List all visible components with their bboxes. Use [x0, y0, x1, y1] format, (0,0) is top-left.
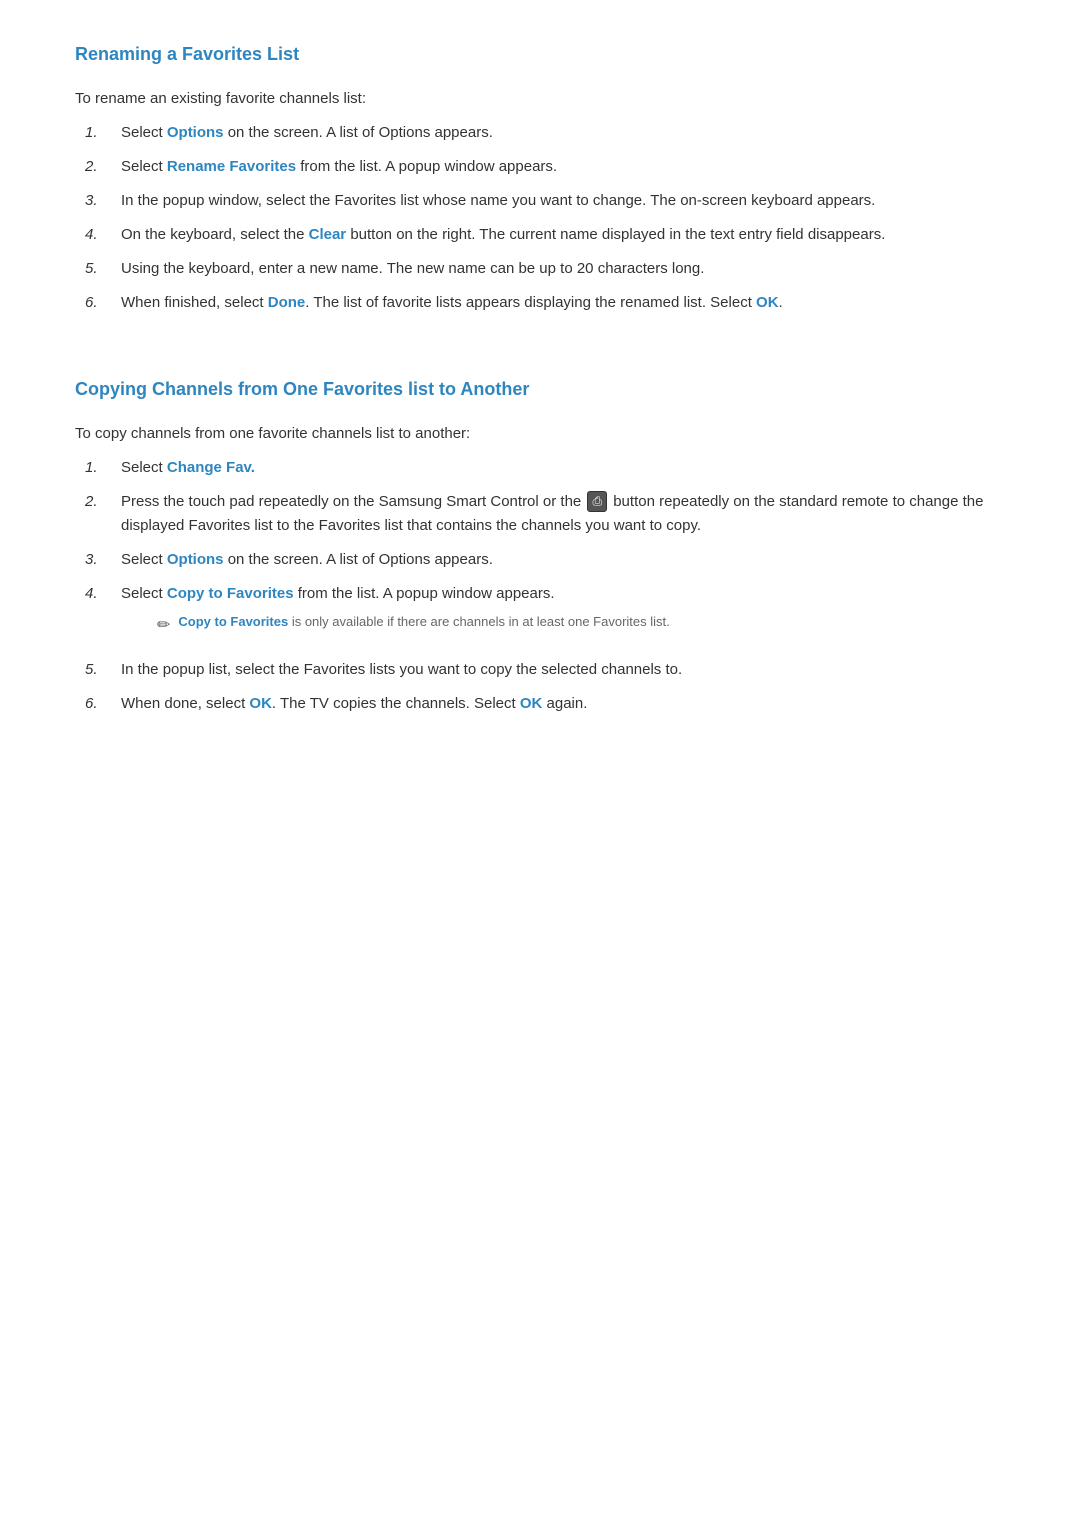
- note-pencil-icon: ✏: [157, 613, 170, 639]
- step-text: Using the keyboard, enter a new name. Th…: [121, 260, 704, 277]
- step-text: Select: [121, 158, 167, 175]
- list-item: In the popup list, select the Favorites …: [85, 658, 1005, 682]
- ok-link-1: OK: [756, 294, 779, 311]
- list-item: Select Options on the screen. A list of …: [85, 548, 1005, 572]
- step-text: button on the right. The current name di…: [346, 226, 885, 243]
- step-2-renaming: Select Rename Favorites from the list. A…: [121, 155, 1005, 179]
- list-item: On the keyboard, select the Clear button…: [85, 223, 1005, 247]
- step-text: from the list. A popup window appears.: [294, 585, 555, 602]
- list-item: In the popup window, select the Favorite…: [85, 189, 1005, 213]
- step-text: . The list of favorite lists appears dis…: [305, 294, 756, 311]
- change-fav-link: Change Fav.: [167, 459, 255, 476]
- clear-link: Clear: [309, 226, 347, 243]
- step-4-copying: Select Copy to Favorites from the list. …: [121, 582, 1005, 649]
- step-text: In the popup window, select the Favorite…: [121, 192, 875, 209]
- remote-button-icon: ⎙: [587, 491, 607, 512]
- note-text: Copy to Favorites is only available if t…: [178, 612, 669, 633]
- step-6-copying: When done, select OK. The TV copies the …: [121, 692, 1005, 716]
- step-text: Select: [121, 459, 167, 476]
- step-6-renaming: When finished, select Done. The list of …: [121, 291, 1005, 315]
- step-text: Select: [121, 551, 167, 568]
- step-text: When done, select: [121, 695, 249, 712]
- step-5-renaming: Using the keyboard, enter a new name. Th…: [121, 257, 1005, 281]
- step-text: When finished, select: [121, 294, 268, 311]
- list-item: Select Copy to Favorites from the list. …: [85, 582, 1005, 649]
- options-link-1: Options: [167, 124, 224, 141]
- section-title-copying: Copying Channels from One Favorites list…: [75, 375, 1005, 408]
- ok-link-3: OK: [520, 695, 543, 712]
- step-text: . The TV copies the channels. Select: [272, 695, 520, 712]
- step-text: Select: [121, 585, 167, 602]
- steps-renaming: Select Options on the screen. A list of …: [75, 121, 1005, 315]
- step-2-copying: Press the touch pad repeatedly on the Sa…: [121, 490, 1005, 538]
- copy-to-favorites-link: Copy to Favorites: [167, 585, 294, 602]
- section-renaming: Renaming a Favorites List To rename an e…: [75, 40, 1005, 315]
- list-item: Press the touch pad repeatedly on the Sa…: [85, 490, 1005, 538]
- step-3-copying: Select Options on the screen. A list of …: [121, 548, 1005, 572]
- step-3-renaming: In the popup window, select the Favorite…: [121, 189, 1005, 213]
- step-text: Select: [121, 124, 167, 141]
- ok-link-2: OK: [249, 695, 272, 712]
- section-spacer: [75, 355, 1005, 375]
- step-text: Press the touch pad repeatedly on the Sa…: [121, 493, 585, 510]
- step-text: In the popup list, select the Favorites …: [121, 661, 682, 678]
- note-block: ✏ Copy to Favorites is only available if…: [157, 612, 1005, 639]
- list-item: When done, select OK. The TV copies the …: [85, 692, 1005, 716]
- step-1-copying: Select Change Fav.: [121, 456, 1005, 480]
- list-item: Select Change Fav.: [85, 456, 1005, 480]
- list-item: When finished, select Done. The list of …: [85, 291, 1005, 315]
- rename-favorites-link: Rename Favorites: [167, 158, 296, 175]
- step-text: on the screen. A list of Options appears…: [224, 551, 493, 568]
- list-item: Using the keyboard, enter a new name. Th…: [85, 257, 1005, 281]
- step-text: On the keyboard, select the: [121, 226, 309, 243]
- list-item: Select Rename Favorites from the list. A…: [85, 155, 1005, 179]
- step-5-copying: In the popup list, select the Favorites …: [121, 658, 1005, 682]
- options-link-2: Options: [167, 551, 224, 568]
- intro-renaming: To rename an existing favorite channels …: [75, 87, 1005, 111]
- step-text: from the list. A popup window appears.: [296, 158, 557, 175]
- list-item: Select Options on the screen. A list of …: [85, 121, 1005, 145]
- section-title-renaming: Renaming a Favorites List: [75, 40, 1005, 73]
- step-1-renaming: Select Options on the screen. A list of …: [121, 121, 1005, 145]
- steps-copying: Select Change Fav. Press the touch pad r…: [75, 456, 1005, 717]
- step-text: on the screen. A list of Options appears…: [224, 124, 493, 141]
- step-text: again.: [542, 695, 587, 712]
- step-4-renaming: On the keyboard, select the Clear button…: [121, 223, 1005, 247]
- note-highlight: Copy to Favorites: [178, 614, 288, 629]
- section-copying: Copying Channels from One Favorites list…: [75, 375, 1005, 716]
- done-link: Done: [268, 294, 306, 311]
- step-text: .: [779, 294, 783, 311]
- intro-copying: To copy channels from one favorite chann…: [75, 422, 1005, 446]
